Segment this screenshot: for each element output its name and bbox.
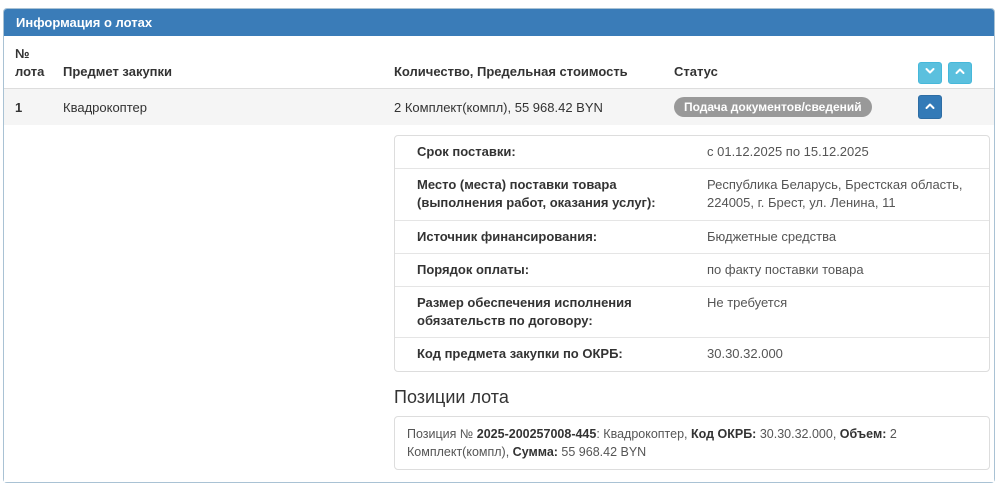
lot-collapse-button[interactable] bbox=[918, 95, 942, 120]
position-subject: : Квадрокоптер, bbox=[596, 426, 691, 441]
detail-label: Порядок оплаты: bbox=[395, 252, 707, 286]
detail-label: Место (места) поставки товара (выполнени… bbox=[395, 168, 707, 219]
collapse-all-button[interactable] bbox=[948, 62, 972, 85]
position-sum-label: Сумма: bbox=[512, 444, 558, 459]
detail-label: Источник финансирования: bbox=[395, 219, 707, 253]
detail-value: 30.30.32.000 bbox=[707, 337, 989, 370]
detail-value: с 01.12.2025 по 15.12.2025 bbox=[707, 144, 869, 160]
lot-subject-cell: Квадрокоптер bbox=[63, 99, 147, 115]
lot-number-cell: 1 bbox=[15, 99, 23, 115]
detail-row-delivery-place: Место (места) поставки товара (выполнени… bbox=[395, 168, 989, 219]
lot-status-cell: Подача документов/сведений bbox=[674, 89, 918, 126]
chevron-down-icon bbox=[924, 64, 936, 82]
position-prefix: Позиция № bbox=[407, 426, 477, 441]
lot-quantity-cell: 2 Комплект(компл), 55 968.42 BYN bbox=[394, 99, 603, 115]
col-header-quantity: Количество, Предельная стоимость bbox=[394, 36, 674, 90]
positions-heading: Позиции лота bbox=[394, 386, 509, 407]
position-sum-value: 55 968.42 BYN bbox=[557, 444, 647, 459]
header-buttons-cell bbox=[918, 36, 994, 90]
detail-label: Размер обеспечения исполнения обязательс… bbox=[395, 286, 707, 337]
chevron-up-icon bbox=[924, 100, 936, 115]
detail-label: Код предмета закупки по ОКРБ: bbox=[395, 337, 707, 370]
col-header-subject: Предмет закупки bbox=[63, 36, 394, 90]
lot-details-table: Срок поставки: с 01.12.2025 по 15.12.202… bbox=[394, 135, 990, 372]
lots-table: № лота Предмет закупки Количество, Преде… bbox=[4, 36, 994, 482]
expand-all-button[interactable] bbox=[918, 62, 942, 85]
position-volume-label: Объем: bbox=[839, 426, 887, 441]
position-number: 2025-200257008-445 bbox=[476, 426, 597, 441]
detail-row-delivery-term: Срок поставки: с 01.12.2025 по 15.12.202… bbox=[395, 136, 989, 168]
lot-details: Срок поставки: с 01.12.2025 по 15.12.202… bbox=[4, 125, 994, 482]
detail-value: Не требуется bbox=[707, 286, 989, 337]
col-header-lot-number: № лота bbox=[4, 36, 63, 90]
detail-value: Бюджетные средства bbox=[707, 219, 989, 253]
detail-row-funding-source: Источник финансирования: Бюджетные средс… bbox=[395, 219, 989, 253]
detail-value: по факту поставки товара bbox=[707, 252, 989, 286]
col-header-status: Статус bbox=[674, 36, 918, 90]
detail-row-okrb-code: Код предмета закупки по ОКРБ: 30.30.32.0… bbox=[395, 337, 989, 370]
detail-row-payment-order: Порядок оплаты: по факту поставки товара bbox=[395, 252, 989, 286]
detail-label: Срок поставки: bbox=[417, 144, 516, 160]
lot-row: 1 Квадрокоптер 2 Комплект(компл), 55 968… bbox=[4, 88, 994, 126]
lot-toggle-cell bbox=[918, 89, 994, 126]
position-okrb-value: 30.30.32.000, bbox=[756, 426, 840, 441]
status-badge: Подача документов/сведений bbox=[674, 97, 872, 118]
chevron-up-icon bbox=[954, 64, 966, 82]
lots-table-header-row: № лота Предмет закупки Количество, Преде… bbox=[4, 36, 994, 90]
detail-value: Республика Беларусь, Брестская область, … bbox=[707, 168, 989, 219]
lot-details-row: Срок поставки: с 01.12.2025 по 15.12.202… bbox=[4, 125, 994, 482]
lots-info-panel: Информация о лотах № лота Предмет закупк… bbox=[3, 8, 995, 483]
panel-title: Информация о лотах bbox=[4, 9, 994, 36]
detail-row-contract-security: Размер обеспечения исполнения обязательс… bbox=[395, 286, 989, 337]
position-okrb-label: Код ОКРБ: bbox=[691, 426, 757, 441]
position-item: Позиция № 2025-200257008-445: Квадрокопт… bbox=[394, 415, 990, 470]
